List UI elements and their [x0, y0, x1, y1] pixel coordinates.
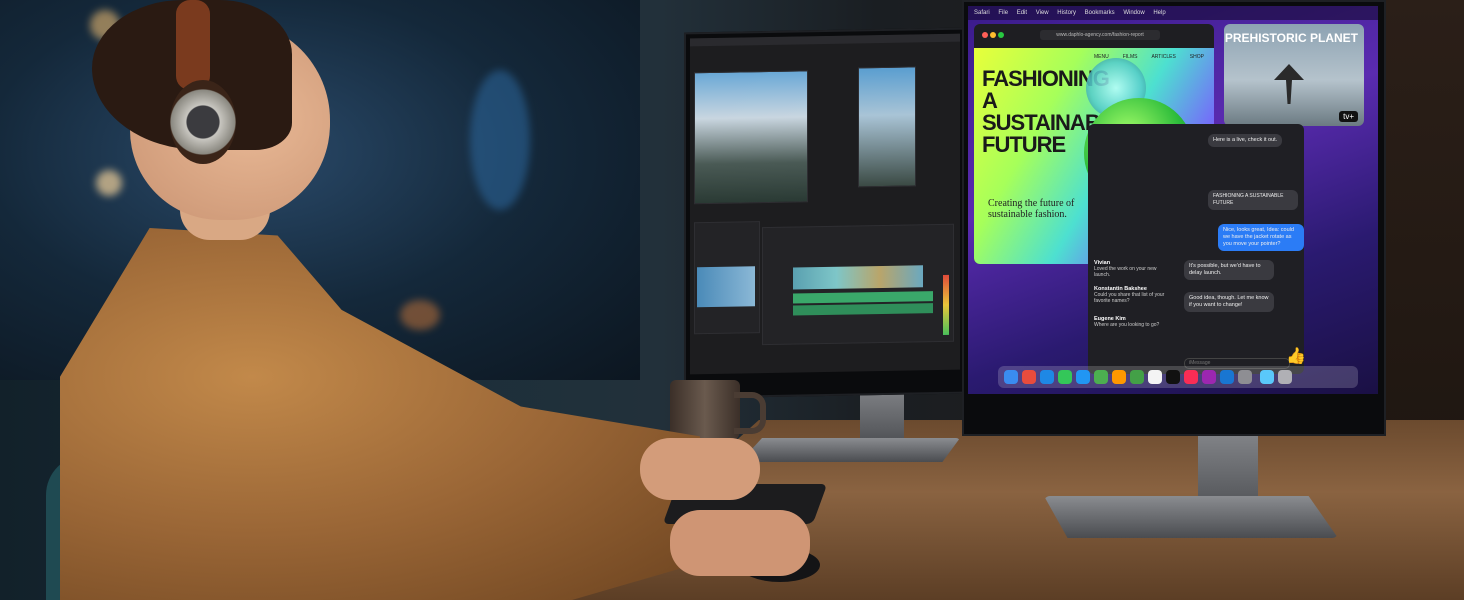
messages-window: Here is a live, check it out. FASHIONING… [1088, 124, 1306, 374]
desktop-screen: Safari File Edit View History Bookmarks … [968, 6, 1378, 394]
menu-item[interactable]: View [1036, 10, 1049, 16]
facetime-icon[interactable] [1130, 370, 1144, 384]
headphone-band [176, 0, 210, 90]
safari-icon[interactable] [1040, 370, 1054, 384]
program-monitor[interactable] [858, 66, 916, 188]
maps-icon[interactable] [1094, 370, 1108, 384]
left-monitor [684, 27, 966, 399]
podcasts-icon[interactable] [1202, 370, 1216, 384]
project-panel[interactable] [694, 221, 760, 335]
menu-item[interactable]: Safari [974, 10, 990, 16]
settings-icon[interactable] [1238, 370, 1252, 384]
nav-link[interactable]: SHOP [1190, 54, 1204, 60]
source-monitor[interactable] [694, 70, 808, 205]
photos-icon[interactable] [1112, 370, 1126, 384]
thumbs-up-icon: 👍 [1286, 348, 1306, 365]
menu-item[interactable]: Help [1153, 10, 1165, 16]
tv-badge: tv+ [1339, 111, 1358, 122]
close-icon[interactable] [982, 32, 988, 38]
menu-item[interactable]: Bookmarks [1085, 10, 1115, 16]
mail-icon[interactable] [1076, 370, 1090, 384]
link-preview-caption[interactable]: FASHIONING A SUSTAINABLE FUTURE [1208, 190, 1298, 210]
menu-bar: Safari File Edit View History Bookmarks … [968, 6, 1378, 20]
person-left-hand [640, 438, 760, 500]
folder-icon[interactable] [1260, 370, 1274, 384]
menu-item[interactable]: File [998, 10, 1008, 16]
message-preview: Loved the work on your new launch. [1094, 266, 1157, 278]
calendar-icon[interactable] [1148, 370, 1162, 384]
dock [998, 366, 1358, 388]
launchpad-icon[interactable] [1022, 370, 1036, 384]
timeline-panel[interactable] [762, 223, 954, 346]
bokeh-light [96, 170, 122, 196]
trash-icon[interactable] [1278, 370, 1292, 384]
message-bubble: Here is a live, check it out. [1208, 134, 1283, 147]
video-track-clips[interactable] [793, 265, 923, 290]
conversation-row[interactable]: Konstantin Bakshee Could you share that l… [1094, 286, 1174, 304]
bokeh-light [470, 70, 530, 210]
message-bubble: Good idea, though. Let me know if you wa… [1184, 292, 1274, 312]
address-bar[interactable]: www.daphlo-agency.com/fashion-report [1040, 30, 1160, 40]
audio-track-2[interactable] [793, 303, 933, 316]
right-monitor: Safari File Edit View History Bookmarks … [962, 0, 1386, 436]
message-bubble: It's possible, but we'd have to delay la… [1184, 260, 1274, 280]
message-preview: Could you share that list of your favori… [1094, 292, 1165, 304]
conversation-row[interactable]: Vivian Loved the work on your new launch. [1094, 260, 1174, 278]
video-editor-screen [690, 33, 960, 375]
editor-menubar [690, 33, 960, 47]
app-store-icon[interactable] [1220, 370, 1234, 384]
messages-icon[interactable] [1058, 370, 1072, 384]
message-preview: Where are you looking to go? [1094, 322, 1160, 328]
conversation-row[interactable]: Eugene Kim Where are you looking to go? [1094, 316, 1174, 328]
headphones-icon [170, 80, 236, 164]
audio-meter [943, 274, 949, 335]
zoom-icon[interactable] [998, 32, 1004, 38]
monitor-base-right [1044, 496, 1338, 538]
clip-thumbnail[interactable] [697, 266, 755, 308]
video-title: PREHISTORIC PLANET [1224, 31, 1358, 45]
hero-subtitle: Creating the future of sustainable fashi… [988, 198, 1075, 220]
mug-handle [734, 392, 766, 434]
pterosaur-silhouette [1274, 64, 1304, 104]
audio-track-1[interactable] [793, 291, 933, 304]
menu-item[interactable]: Edit [1017, 10, 1027, 16]
person-right-hand [670, 510, 810, 576]
message-bubble-outgoing: Nice, looks great, Idea: could we have t… [1218, 224, 1304, 251]
video-player-window[interactable]: PREHISTORIC PLANET tv+ [1224, 24, 1364, 126]
menu-item[interactable]: History [1057, 10, 1076, 16]
monitor-base-left [740, 438, 960, 462]
music-icon[interactable] [1184, 370, 1198, 384]
finder-icon[interactable] [1004, 370, 1018, 384]
minimize-icon[interactable] [990, 32, 996, 38]
tv-icon[interactable] [1166, 370, 1180, 384]
bokeh-light [400, 300, 440, 330]
nav-link[interactable]: ARTICLES [1151, 54, 1175, 60]
menu-item[interactable]: Window [1123, 10, 1144, 16]
